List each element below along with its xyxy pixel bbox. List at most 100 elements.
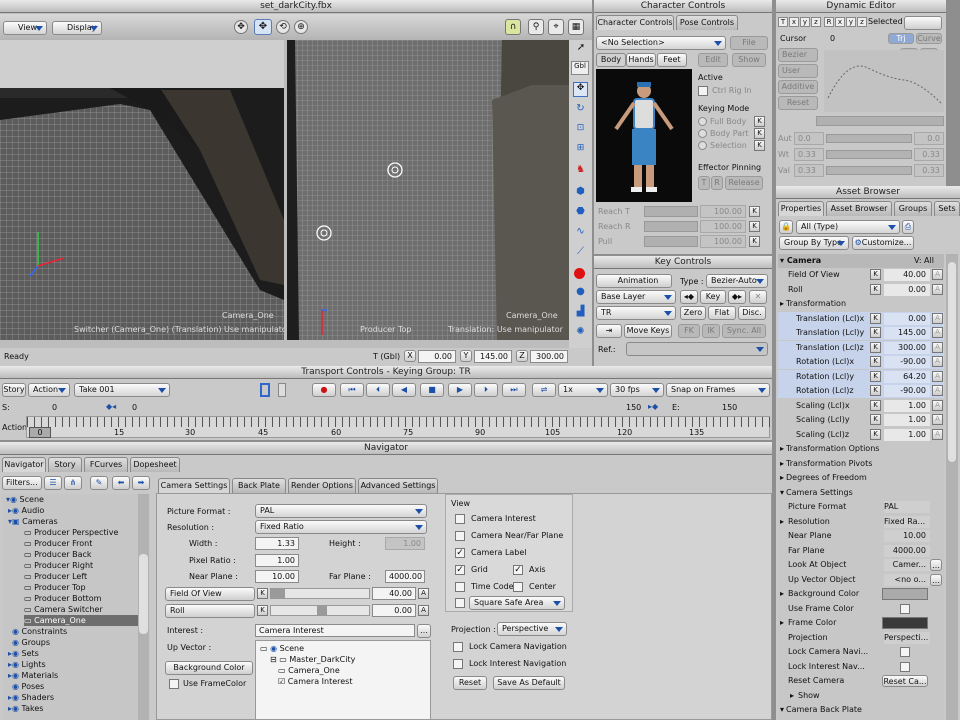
reset-camera-button[interactable]: Reset: [453, 676, 487, 690]
property-row[interactable]: Far Plane 4000.00: [778, 544, 944, 558]
all-type-dropdown[interactable]: All (Type): [796, 220, 900, 234]
tree-audio[interactable]: ▸◉ Audio: [8, 505, 44, 516]
zero-button[interactable]: Zero: [680, 306, 706, 320]
val-slider[interactable]: [826, 166, 912, 175]
roll-a-button[interactable]: A: [418, 605, 429, 616]
property-value[interactable]: 10.00: [884, 530, 930, 542]
pivot-icon[interactable]: ⌖: [548, 19, 564, 35]
tab-render-options[interactable]: Render Options: [288, 478, 356, 493]
tab-feet[interactable]: Feet: [657, 53, 687, 67]
roll-field[interactable]: 0.00: [372, 604, 416, 617]
action-dropdown[interactable]: Action: [28, 383, 70, 397]
center-checkbox[interactable]: [513, 582, 523, 592]
property-row[interactable]: Lock Interest Nav...: [778, 660, 944, 674]
property-group-header[interactable]: ▸ Transformation Pivots: [778, 457, 944, 471]
property-row[interactable]: Use Frame Color: [778, 602, 944, 616]
z-axis-button[interactable]: Z: [516, 350, 528, 362]
property-group-header[interactable]: ▸ Show: [778, 689, 944, 703]
property-value[interactable]: 4000.00: [884, 544, 930, 557]
ref-dropdown[interactable]: [626, 342, 768, 356]
pixel-ratio-field[interactable]: 1.00: [255, 554, 299, 567]
property-row[interactable]: Rotation (Lcl)x K -90.00 A: [778, 355, 944, 369]
chevron-down-icon[interactable]: ▾: [780, 703, 784, 717]
property-row[interactable]: Near Plane 10.00: [778, 529, 944, 543]
type-dropdown[interactable]: Bezier-Auto: [706, 274, 768, 288]
property-dropdown[interactable]: Perspecti...: [884, 631, 930, 644]
end-arrows-icon[interactable]: ▸◆: [648, 402, 658, 411]
property-group-header[interactable]: ▾ Camera Settings: [778, 486, 944, 500]
next-frame-button[interactable]: ⏵: [474, 383, 498, 397]
fps-dropdown[interactable]: 30 fps: [610, 383, 664, 397]
property-button[interactable]: Reset Ca...: [882, 675, 928, 687]
file-button[interactable]: File: [730, 36, 768, 50]
radio-full-body[interactable]: [698, 117, 707, 126]
property-row[interactable]: Scaling (Lcl)x K 1.00 A: [778, 399, 944, 413]
snap-settings-icon[interactable]: ⚲: [528, 19, 544, 35]
grid-checkbox[interactable]: ✓: [455, 565, 465, 575]
property-row[interactable]: ▸ Frame Color: [778, 616, 944, 630]
key-button[interactable]: K: [870, 283, 881, 295]
key-button[interactable]: K: [870, 341, 881, 353]
pin-icon[interactable]: ✎: [90, 476, 108, 490]
anim-button[interactable]: A: [932, 269, 943, 280]
anim-button[interactable]: A: [932, 312, 943, 324]
tab-back-plate[interactable]: Back Plate: [232, 478, 286, 493]
up-tree-camera-interest[interactable]: ☑ Camera Interest: [278, 676, 352, 687]
select-tool-icon[interactable]: ➚: [573, 42, 589, 57]
property-value[interactable]: 1.00: [884, 414, 930, 426]
chevron-right-icon[interactable]: ▸: [780, 471, 784, 485]
zoom-icon[interactable]: ⊕: [294, 20, 308, 34]
tab-dopesheet[interactable]: Dopesheet: [130, 457, 180, 472]
anim-button[interactable]: A: [932, 283, 943, 295]
prev-frame-button[interactable]: ⏴: [366, 383, 390, 397]
aut-slider[interactable]: [826, 134, 912, 143]
tab-character-controls[interactable]: Character Controls: [596, 15, 674, 30]
safe-area-checkbox[interactable]: [455, 598, 465, 608]
wt-slider[interactable]: [826, 150, 912, 159]
display-menu[interactable]: Display: [52, 21, 102, 35]
loop-icon[interactable]: [260, 383, 270, 397]
record-button[interactable]: ●: [312, 383, 336, 397]
key-button[interactable]: K: [870, 269, 881, 280]
reach-r-slider[interactable]: [644, 221, 698, 232]
fov-a-button[interactable]: A: [418, 588, 429, 599]
scale-tool-icon[interactable]: ⊡: [573, 123, 588, 138]
tree-scene[interactable]: ▾◉ Scene: [6, 494, 44, 505]
resolution-dropdown[interactable]: Fixed Ratio: [255, 520, 427, 534]
tab-fcurves[interactable]: FCurves: [84, 457, 128, 472]
up-tree-camera-one[interactable]: ▭ Camera_One: [278, 665, 340, 676]
tree-producer-perspective[interactable]: ▭ Producer Perspective: [24, 527, 118, 538]
camera-label-checkbox[interactable]: ✓: [455, 548, 465, 558]
tab-hands[interactable]: Hands: [626, 53, 656, 67]
key-button[interactable]: K: [870, 399, 881, 411]
property-row[interactable]: Lock Camera Navi...: [778, 645, 944, 659]
property-value[interactable]: <no o...: [884, 573, 930, 586]
next-key-button[interactable]: ◆▸: [728, 290, 746, 304]
tree-producer-right[interactable]: ▭ Producer Right: [24, 560, 93, 571]
hierarchy-view-icon[interactable]: ⋔: [64, 476, 82, 490]
lock-camera-nav-checkbox[interactable]: [453, 642, 463, 652]
tab-camera-settings[interactable]: Camera Settings: [158, 478, 230, 493]
reach-t-field[interactable]: 100.00: [700, 205, 746, 218]
camera-section-header[interactable]: ▾ Camera V: All: [778, 254, 944, 268]
axis-tz[interactable]: z: [811, 17, 821, 27]
axis-checkbox[interactable]: ✓: [513, 565, 523, 575]
character-select[interactable]: <No Selection>: [596, 36, 726, 50]
filters-button[interactable]: Filters...: [2, 476, 42, 490]
roll-slider[interactable]: [270, 605, 370, 616]
tree-groups[interactable]: ◉ Groups: [12, 637, 50, 648]
keying-k-button-3[interactable]: K: [754, 140, 765, 151]
customize-button[interactable]: ⚙Customize...: [852, 236, 914, 250]
forward-icon[interactable]: ➡: [132, 476, 150, 490]
fov-slider[interactable]: [270, 588, 370, 599]
start-arrows-icon[interactable]: ◆◂: [106, 402, 116, 411]
anim-button[interactable]: A: [932, 370, 943, 382]
keying-k-button-2[interactable]: K: [754, 128, 765, 139]
edit-button[interactable]: Edit: [698, 53, 728, 67]
chevron-right-icon[interactable]: ▸: [780, 616, 784, 630]
use-frame-color-checkbox[interactable]: [169, 679, 179, 689]
aut-b-field[interactable]: 0.0: [914, 132, 944, 145]
y-field[interactable]: 145.00: [474, 350, 512, 363]
start-field[interactable]: 0: [52, 402, 57, 413]
roll-label-button[interactable]: Roll: [165, 604, 255, 618]
